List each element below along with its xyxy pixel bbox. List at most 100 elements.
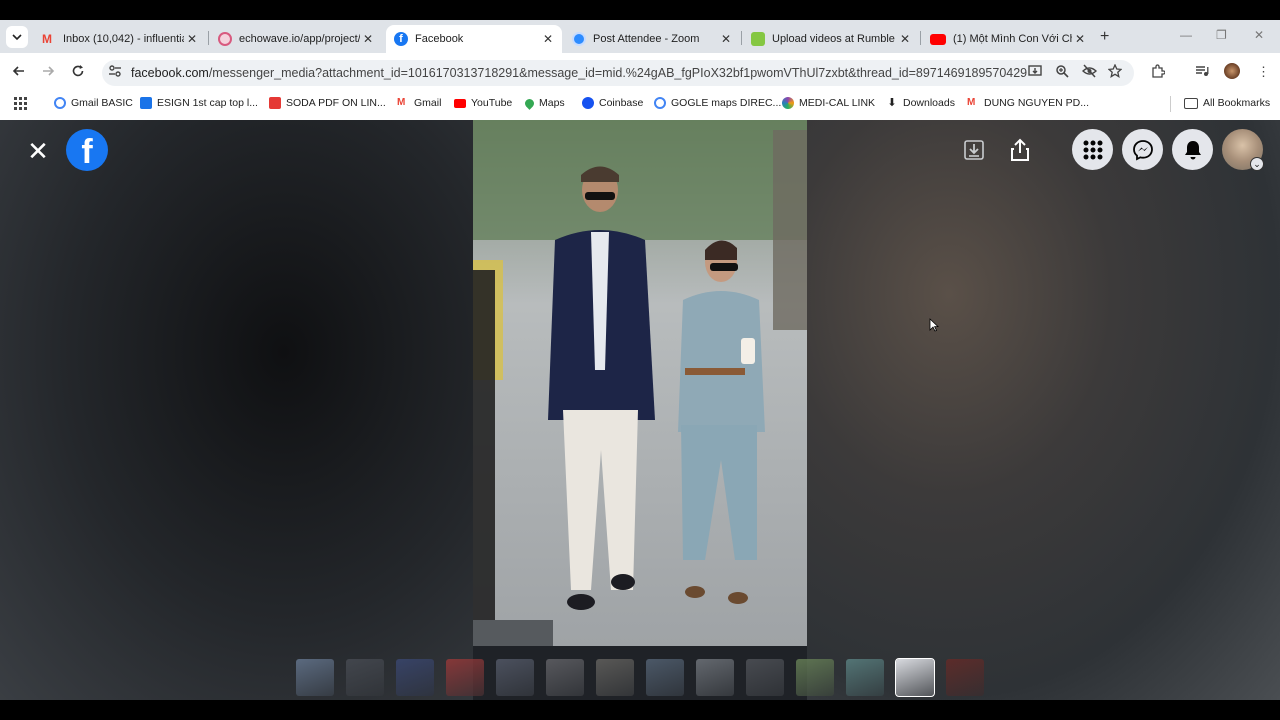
bookmark-star-icon[interactable] [1107, 63, 1123, 81]
tab-facebook[interactable]: f Facebook ✕ [386, 25, 562, 53]
thumbnail-item[interactable] [696, 659, 734, 696]
thumbnail-item[interactable] [596, 659, 634, 696]
download-icon[interactable] [962, 138, 986, 162]
forward-arrow-icon[interactable] [41, 64, 55, 81]
reload-icon[interactable] [71, 64, 85, 81]
share-icon[interactable] [1008, 138, 1032, 162]
all-bookmarks-label: All Bookmarks [1203, 97, 1271, 109]
restore-icon[interactable]: ❐ [1216, 28, 1227, 42]
close-icon[interactable]: ✕ [1072, 32, 1088, 46]
facebook-icon: f [394, 32, 408, 46]
bookmark-downloads[interactable]: ⬇ Downloads [886, 97, 955, 109]
chevron-down-icon [12, 34, 22, 41]
attachment-photo[interactable] [473, 120, 807, 646]
tab-separator [920, 31, 921, 45]
youtube-icon [454, 98, 466, 108]
thumbnail-item[interactable] [946, 659, 984, 696]
screen-bottom-border [0, 700, 1280, 720]
soda-pdf-icon [269, 97, 281, 109]
maps-icon [523, 96, 536, 110]
thumbnail-item[interactable] [796, 659, 834, 696]
blurred-background-left [0, 120, 473, 700]
tab-title: (1) Một Mình Con Với Chú [953, 33, 1072, 45]
kebab-menu-icon[interactable]: ⋮ [1257, 64, 1270, 80]
thumbnail-item[interactable] [446, 659, 484, 696]
medi-cal-icon [782, 97, 794, 109]
bookmark-youtube[interactable]: YouTube [454, 97, 512, 109]
tab-separator [208, 31, 209, 45]
tab-youtube[interactable]: (1) Một Mình Con Với Chú ✕ [922, 25, 1094, 53]
bookmark-medi-cal[interactable]: MEDI-CAL LINK [782, 97, 875, 109]
close-icon[interactable]: ✕ [718, 32, 734, 46]
profile-avatar[interactable] [1224, 63, 1240, 79]
close-icon[interactable]: ✕ [184, 32, 200, 46]
thumbnail-strip [0, 658, 1280, 697]
download-icon: ⬇ [887, 97, 897, 109]
messenger-icon [1132, 139, 1153, 160]
site-info-icon[interactable] [108, 64, 122, 81]
zoom-icon [572, 32, 586, 46]
zoom-icon[interactable] [1055, 64, 1069, 81]
window-close-icon[interactable]: ✕ [1254, 28, 1264, 42]
thumbnail-item[interactable] [546, 659, 584, 696]
bookmark-dung-nguyen[interactable]: M DUNG NGUYEN PD... [967, 97, 1089, 109]
bookmark-label: Maps [539, 97, 565, 109]
folder-icon [1184, 97, 1198, 109]
bookmark-label: SODA PDF ON LIN... [286, 97, 386, 109]
url-text[interactable]: facebook.com/messenger_media?attachment_… [131, 66, 1027, 80]
tab-title: Facebook [415, 33, 464, 45]
install-app-icon[interactable] [1028, 64, 1042, 81]
gmail-icon: M [397, 97, 406, 108]
tab-echowave[interactable]: echowave.io/app/project/ ✕ [210, 25, 382, 53]
tab-zoom[interactable]: Post Attendee - Zoom ✕ [564, 25, 740, 53]
thumbnail-item[interactable] [846, 659, 884, 696]
google-icon [54, 97, 66, 109]
messenger-button[interactable] [1122, 129, 1163, 170]
all-bookmarks-button[interactable]: All Bookmarks [1184, 97, 1270, 109]
thumbnail-item[interactable] [895, 658, 935, 697]
thumbnail-item[interactable] [496, 659, 534, 696]
blurred-background-right [807, 120, 1280, 700]
bookmark-gmail-basic[interactable]: Gmail BASIC [54, 97, 133, 109]
notifications-button[interactable] [1172, 129, 1213, 170]
bookmark-gmail[interactable]: M Gmail [397, 97, 441, 109]
tab-title: Upload videos at Rumble [772, 33, 895, 45]
url-path: /messenger_media?attachment_id=101617031… [208, 66, 1028, 80]
tab-title: echowave.io/app/project/ [239, 33, 360, 45]
media-controls-icon[interactable] [1195, 64, 1209, 81]
minimize-icon[interactable]: — [1180, 28, 1192, 42]
google-icon [654, 97, 666, 109]
close-icon[interactable]: ✕ [540, 32, 556, 46]
tab-title: Post Attendee - Zoom [593, 33, 700, 45]
tab-rumble[interactable]: Upload videos at Rumble ✕ [743, 25, 919, 53]
tab-separator [741, 31, 742, 45]
bookmark-coinbase[interactable]: Coinbase [582, 97, 643, 109]
back-arrow-icon[interactable] [12, 64, 26, 81]
close-viewer-button[interactable]: ✕ [24, 138, 52, 166]
tab-search-button[interactable] [6, 26, 28, 48]
bookmark-google-maps-directions[interactable]: GOGLE maps DIREC... [654, 97, 781, 109]
thumbnail-item[interactable] [746, 659, 784, 696]
coinbase-icon [582, 97, 594, 109]
thumbnail-item[interactable] [296, 659, 334, 696]
bookmark-esign[interactable]: ESIGN 1st cap top l... [140, 97, 258, 109]
thumbnail-item[interactable] [346, 659, 384, 696]
bookmark-label: MEDI-CAL LINK [799, 97, 876, 109]
bookmark-label: Gmail BASIC [71, 97, 133, 109]
extensions-icon[interactable] [1151, 64, 1166, 81]
tab-gmail[interactable]: M Inbox (10,042) - influential ✕ [34, 25, 206, 53]
close-icon[interactable]: ✕ [360, 32, 376, 46]
close-icon[interactable]: ✕ [897, 32, 913, 46]
bookmark-soda-pdf[interactable]: SODA PDF ON LIN... [269, 97, 386, 109]
browser-window: M Inbox (10,042) - influential ✕ echowav… [0, 0, 1280, 720]
new-tab-button[interactable]: + [1100, 28, 1109, 46]
menu-grid-button[interactable] [1072, 129, 1113, 170]
rumble-icon [751, 32, 765, 46]
eye-off-icon[interactable] [1081, 64, 1098, 81]
thumbnail-item[interactable] [646, 659, 684, 696]
facebook-logo[interactable]: f [66, 129, 108, 171]
bookmark-maps[interactable]: Maps [523, 96, 565, 110]
apps-grid-icon[interactable] [14, 97, 27, 110]
thumbnail-item[interactable] [396, 659, 434, 696]
chevron-down-icon[interactable]: ⌄ [1250, 157, 1264, 171]
